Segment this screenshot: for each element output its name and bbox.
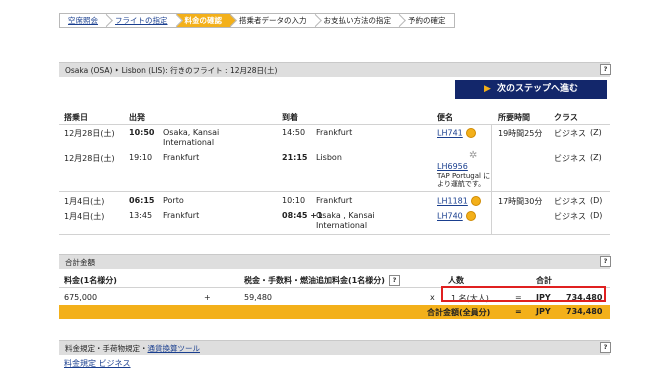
progress-steps: 空席照会 フライトの指定 料金の確認 搭乗者データの入力 お支払い方法の指定 予…	[59, 13, 455, 28]
help-icon[interactable]: ?	[600, 64, 611, 75]
seg2-date: 12月28日(土)	[64, 154, 115, 163]
step-fare-confirm: 料金の確認	[176, 13, 231, 28]
seg4-class: ビジネス	[554, 212, 586, 221]
col-class: クラス	[554, 113, 578, 122]
seg2-arr-time: 21:15	[282, 153, 308, 162]
highlight-box	[441, 286, 606, 302]
plus-sign: +	[204, 293, 211, 302]
route-header: Osaka (OSA) ‣ Lisbon (LIS): 行きのフライト : 12…	[59, 62, 611, 77]
total-header: 合計金額 ?	[59, 254, 611, 269]
seg2-arr-place: Lisbon	[316, 153, 342, 162]
seg3-date: 1月4日(土)	[64, 197, 105, 206]
seg1-flight-link[interactable]: LH741	[437, 128, 476, 138]
seg4-date: 1月4日(土)	[64, 212, 105, 221]
col-flight: 便名	[437, 113, 453, 122]
col-duration: 所要時間	[498, 113, 530, 122]
seg4-arr-place2: International	[316, 221, 368, 230]
seg2-code: (Z)	[590, 153, 602, 162]
total-title: 合計金額	[65, 258, 95, 267]
seg2-flight-link[interactable]: LH6956	[437, 162, 468, 171]
rules-title: 料金規定・手荷物規定・通貨換算ツール	[65, 344, 201, 353]
seg3-code: (D)	[590, 196, 603, 205]
seg1-arr-place: Frankfurt	[316, 128, 353, 137]
help-icon[interactable]: ?	[600, 342, 611, 353]
step-flight-select[interactable]: フライトの指定	[107, 13, 177, 28]
step-seat-inquiry[interactable]: 空席照会	[59, 13, 107, 28]
seg1-class: ビジネス	[554, 129, 586, 138]
grand-equals: =	[515, 307, 522, 316]
sum-label: 合計	[536, 276, 552, 285]
pax-label: 人数	[448, 276, 464, 285]
times-sign: x	[430, 293, 435, 302]
seg4-code: (D)	[590, 211, 603, 220]
seg3-dep-place: Porto	[163, 196, 184, 205]
seg1-dep-place2: International	[163, 138, 215, 147]
fare-label: 料金(1名様分)	[64, 276, 117, 285]
grand-total-label: 合計金額(全員分)	[427, 308, 491, 317]
step-booking-confirm: 予約の確定	[400, 13, 455, 28]
currency-converter-link[interactable]: 通貨換算ツール	[148, 344, 201, 353]
grand-total-bar: 合計金額(全員分) = JPY 734,480	[59, 305, 610, 319]
grand-currency: JPY	[536, 307, 551, 316]
divider	[59, 124, 610, 125]
divider	[59, 191, 610, 192]
airline-logo-icon	[470, 196, 481, 206]
seg1-dep-place: Osaka, Kansai	[163, 128, 220, 137]
seg1-code: (Z)	[590, 128, 602, 137]
seg3-dep-time: 06:15	[129, 196, 155, 205]
seg2-dep-time: 19:10	[129, 153, 153, 162]
airline-logo-icon	[465, 128, 476, 138]
step-payment: お支払い方法の指定	[315, 13, 400, 28]
airline-logo-icon	[465, 211, 476, 221]
grand-total-value: 734,480	[566, 307, 603, 316]
seg2-class: ビジネス	[554, 154, 586, 163]
seg4-flight-link[interactable]: LH740	[437, 211, 476, 221]
seg1-duration: 19時間25分	[498, 129, 543, 138]
seg3-class: ビジネス	[554, 197, 586, 206]
seg2-dep-place: Frankfurt	[163, 153, 200, 162]
seg4-dep-time: 13:45	[129, 211, 153, 220]
seg3-flight-link[interactable]: LH1181	[437, 196, 481, 206]
step-passenger-data: 搭乗者データの入力	[231, 13, 316, 28]
seg3-duration: 17時間30分	[498, 197, 543, 206]
col-arrival: 到着	[282, 113, 298, 122]
seg3-arr-time: 10:10	[282, 196, 306, 205]
arrow-right-icon: ▶	[484, 84, 491, 94]
divider	[59, 234, 610, 235]
column-divider	[491, 124, 492, 234]
rules-header: 料金規定・手荷物規定・通貨換算ツール ?	[59, 340, 611, 355]
seg1-date: 12月28日(土)	[64, 129, 115, 138]
help-icon[interactable]: ?	[600, 256, 611, 267]
star-alliance-icon: ✲	[469, 150, 478, 161]
fare-rules-link[interactable]: 料金規定 ビジネス	[64, 358, 131, 369]
next-step-button[interactable]: ▶ 次のステップへ進む	[455, 80, 607, 99]
seg4-dep-place: Frankfurt	[163, 211, 200, 220]
help-icon[interactable]: ?	[389, 275, 400, 286]
seg2-note2: より運航です。	[437, 180, 486, 188]
seg3-arr-place: Frankfurt	[316, 196, 353, 205]
fare-value: 675,000	[64, 293, 98, 302]
seg1-arr-time: 14:50	[282, 128, 306, 137]
col-departure: 出発	[129, 113, 145, 122]
tax-value: 59,480	[244, 293, 272, 302]
route-title: Osaka (OSA) ‣ Lisbon (LIS): 行きのフライト : 12…	[65, 66, 278, 75]
seg1-dep-time: 10:50	[129, 128, 155, 137]
seg4-arr-place: Osaka , Kansai	[316, 211, 375, 220]
col-date: 搭乗日	[64, 113, 88, 122]
tax-label: 税金・手数料・燃油追加料金(1名様分)	[244, 276, 385, 285]
